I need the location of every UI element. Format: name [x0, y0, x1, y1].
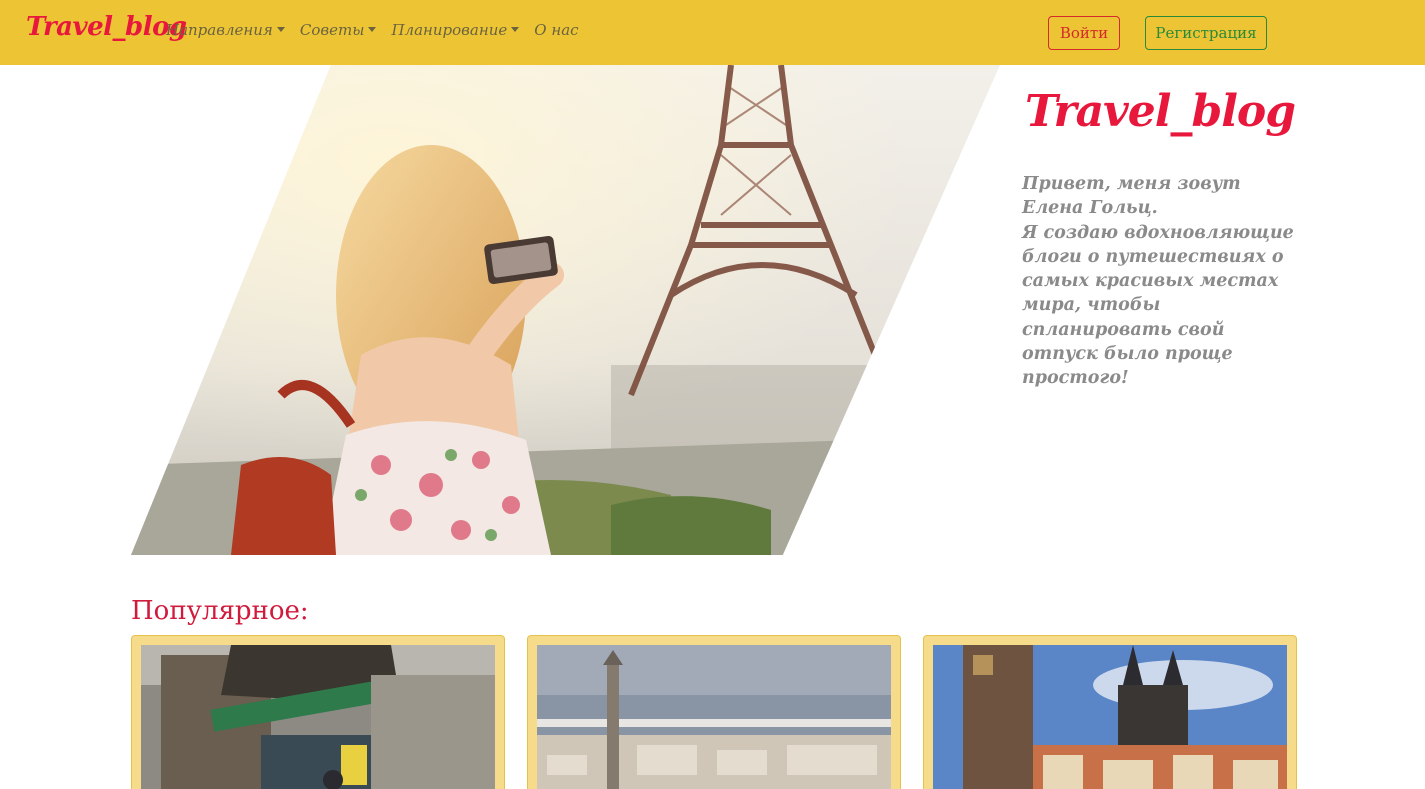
popular-card[interactable]: [527, 635, 901, 789]
popular-card[interactable]: [131, 635, 505, 789]
nav-item-label: О нас: [534, 21, 579, 39]
nav-menu: Направления Советы Планирование О нас: [166, 21, 579, 39]
nav-item-directions[interactable]: Направления: [166, 21, 285, 39]
chevron-down-icon: [276, 26, 285, 32]
card-image[interactable]: [933, 645, 1287, 789]
card-image[interactable]: [537, 645, 891, 789]
nav-item-tips[interactable]: Советы: [300, 21, 377, 39]
login-button[interactable]: Войти: [1048, 16, 1120, 50]
popular-card[interactable]: [923, 635, 1297, 789]
card-image[interactable]: [141, 645, 495, 789]
hero-intro-line: Привет, меня зовут Елена Гольц.: [1022, 174, 1241, 219]
nav-item-label: Планирование: [391, 21, 508, 39]
nav-item-label: Направления: [166, 21, 273, 39]
chevron-down-icon: [368, 26, 377, 32]
register-button[interactable]: Регистрация: [1145, 16, 1267, 50]
hero-intro-text: Привет, меня зовут Елена Гольц. Я создаю…: [1022, 172, 1302, 391]
nav-item-planning[interactable]: Планирование: [391, 21, 520, 39]
hero-intro-line: Я создаю вдохновляющие блоги о путешеств…: [1022, 222, 1294, 389]
chevron-down-icon: [511, 26, 520, 32]
popular-heading: Популярное:: [131, 596, 309, 626]
hero-photo-eiffel-tower: [131, 65, 1000, 555]
harbor-city-photo: [537, 645, 891, 789]
brand-logo[interactable]: Travel_blog: [26, 12, 187, 42]
nav-item-label: Советы: [299, 21, 365, 39]
old-town-square-photo: [933, 645, 1287, 789]
city-street-photo: [141, 645, 495, 789]
nav-item-about[interactable]: О нас: [534, 21, 578, 39]
hero-image: [131, 65, 1000, 555]
hero-title: Travel_blog: [1024, 86, 1296, 137]
navbar: Travel_blog Направления Советы Планирова…: [0, 0, 1425, 65]
